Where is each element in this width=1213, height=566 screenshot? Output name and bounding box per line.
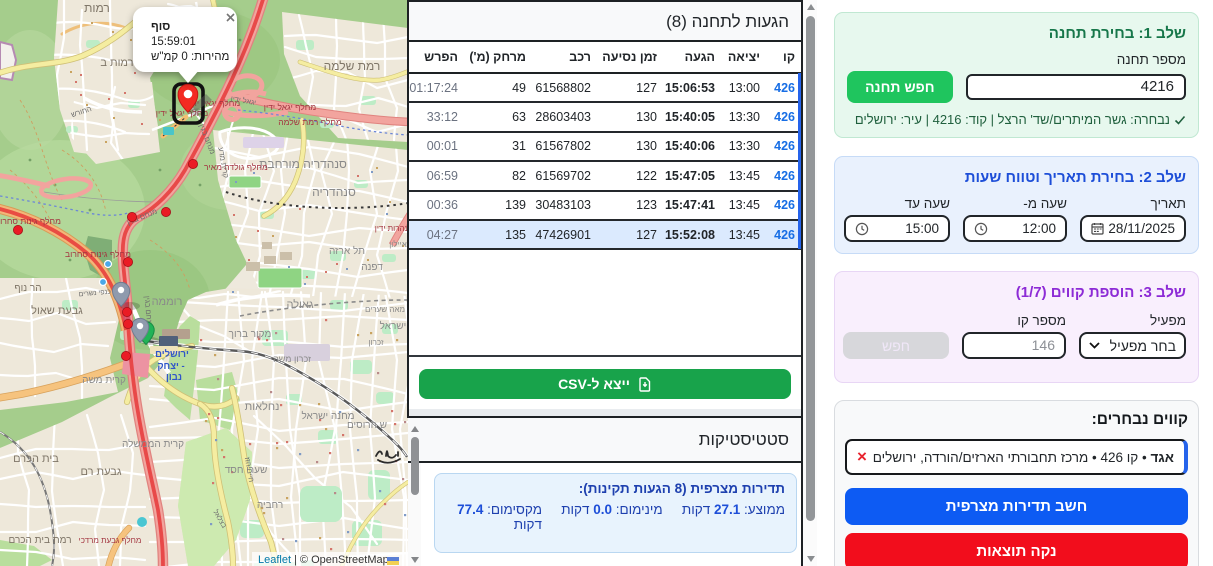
svg-text:הר נוף: הר נוף xyxy=(14,283,41,294)
svg-text:מנהרות ידין: מנהרות ידין xyxy=(375,224,408,233)
svg-text:ש הרוסים: ש הרוסים xyxy=(347,420,387,431)
svg-text:גבעת שאול: גבעת שאול xyxy=(31,304,83,317)
svg-text:בית הכרם: בית הכרם xyxy=(13,453,59,465)
svg-text:מחלף רמת שלמה: מחלף רמת שלמה xyxy=(278,117,342,127)
svg-text:15:59:01: 15:59:01 xyxy=(151,36,196,48)
svg-text:זכרון: זכרון xyxy=(368,338,383,347)
svg-text:Leaflet: Leaflet xyxy=(258,554,291,566)
svg-text:דפנה: דפנה xyxy=(361,262,383,273)
svg-text:מהירות: 0 קמ"ש: מהירות: 0 קמ"ש xyxy=(151,51,229,63)
svg-text:רמת בית הכרם: רמת בית הכרם xyxy=(8,535,71,546)
svg-text:רמת שלמה: רמת שלמה xyxy=(324,59,381,73)
svg-text:מחלף גינות סחרוב: מחלף גינות סחרוב xyxy=(0,216,61,226)
svg-text:מקור ברוך: מקור ברוך xyxy=(229,329,272,340)
svg-text:‏- יצחק: ‏- יצחק xyxy=(157,361,184,372)
svg-text:מחלף יגאל ידין: מחלף יגאל ידין xyxy=(264,102,317,112)
svg-text:סנהדריה מורחבת: סנהדריה מורחבת xyxy=(259,157,347,171)
svg-text:מחלף גבעת מרדכי: מחלף גבעת מרדכי xyxy=(79,536,142,545)
svg-text:קרית הממשלה: קרית הממשלה xyxy=(122,438,184,450)
svg-text:ירושלים: ירושלים xyxy=(155,349,189,360)
svg-text:סנהדריה: סנהדריה xyxy=(312,185,356,199)
svg-text:מחלף גולדה מאיר: מחלף גולדה מאיר xyxy=(204,162,268,172)
svg-text:מאה שערים: מאה שערים xyxy=(365,305,405,314)
svg-text:זכרון משה: זכרון משה xyxy=(273,354,311,364)
svg-text:איילון: איילון xyxy=(389,240,407,249)
svg-text:גבעת רם: גבעת רם xyxy=(80,466,121,478)
svg-text:רמות: רמות xyxy=(84,1,110,15)
svg-text:| © OpenStreetMap: | © OpenStreetMap xyxy=(294,554,389,566)
svg-text:רוממה: רוממה xyxy=(152,296,183,308)
svg-text:גאולה: גאולה xyxy=(287,298,314,311)
svg-text:נחלאות: נחלאות xyxy=(245,400,280,413)
svg-text:רחביה: רחביה xyxy=(257,500,283,511)
svg-text:ית ישראל: ית ישראל xyxy=(380,320,408,332)
svg-text:סוף: סוף xyxy=(151,21,170,33)
svg-text:נבון: נבון xyxy=(166,372,182,383)
svg-text:קרית משה: קרית משה xyxy=(82,375,126,386)
svg-text:תל ארזה: תל ארזה xyxy=(329,245,365,257)
svg-text:רמות ב': רמות ב' xyxy=(100,57,135,69)
svg-text:מחלף גינות סחרוב: מחלף גינות סחרוב xyxy=(65,249,131,259)
